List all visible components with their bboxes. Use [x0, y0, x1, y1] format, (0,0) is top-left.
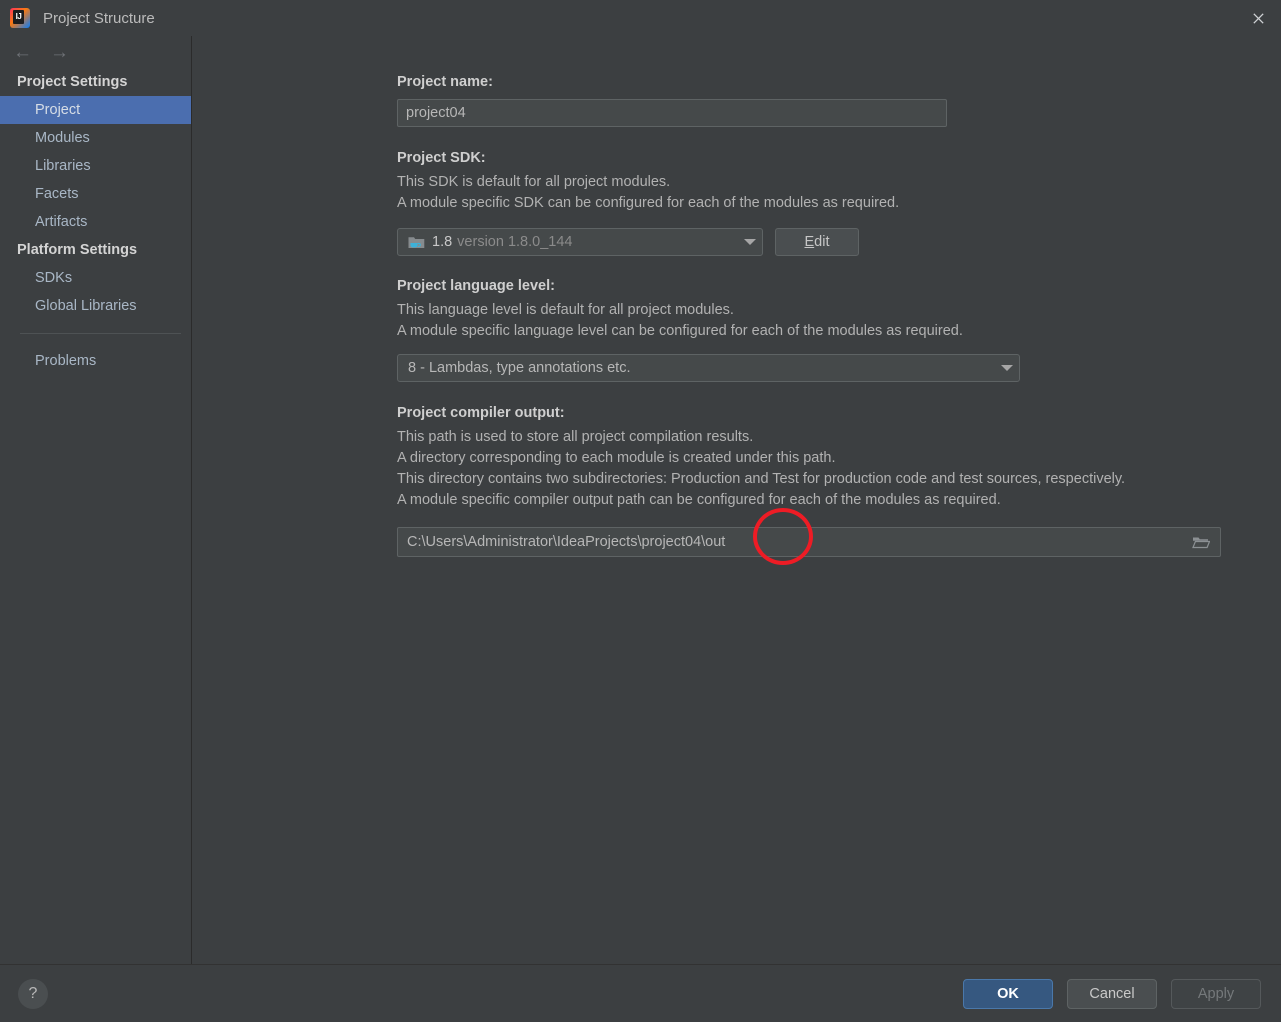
- sidebar-item-artifacts[interactable]: Artifacts: [0, 208, 191, 236]
- close-icon[interactable]: [1235, 0, 1281, 36]
- project-name-label: Project name:: [397, 74, 493, 90]
- project-sdk-row: 1.8 version 1.8.0_144 Edit: [397, 228, 1281, 256]
- sidebar-item-sdks[interactable]: SDKs: [0, 264, 191, 292]
- help-button[interactable]: ?: [18, 978, 48, 1009]
- sidebar-item-modules[interactable]: Modules: [0, 124, 191, 152]
- compiler-output-desc-3: This directory contains two subdirectori…: [397, 471, 1126, 487]
- ok-button[interactable]: OK: [963, 978, 1053, 1009]
- sidebar-item-problems[interactable]: Problems: [0, 347, 191, 375]
- settings-sidebar: ← → Project Settings Project Modules Lib…: [0, 36, 192, 964]
- compiler-output-desc-4: A module specific compiler output path c…: [397, 492, 1001, 508]
- compiler-output-desc-2: A directory corresponding to each module…: [397, 450, 836, 466]
- sdk-edit-button-mnemonic: E: [804, 234, 815, 250]
- sidebar-group-project-settings: Project Settings: [17, 74, 128, 90]
- compiler-output-desc-1: This path is used to store all project c…: [397, 429, 754, 445]
- compiler-output-path-value: C:\Users\Administrator\IdeaProjects\proj…: [407, 534, 726, 550]
- sidebar-item-libraries[interactable]: Libraries: [0, 152, 191, 180]
- navigation-arrows: ← →: [0, 36, 191, 68]
- project-sdk-version: version 1.8.0_144: [457, 234, 573, 250]
- dialog-body: ← → Project Settings Project Modules Lib…: [0, 36, 1281, 964]
- window-title: Project Structure: [43, 9, 155, 27]
- project-settings-panel: Project name: project04 Project SDK: Thi…: [192, 36, 1281, 964]
- apply-button[interactable]: Apply: [1171, 978, 1261, 1009]
- project-name-input[interactable]: project04: [397, 99, 947, 127]
- language-level-value: 8 - Lambdas, type annotations etc.: [408, 360, 631, 376]
- sidebar-item-project[interactable]: Project: [0, 96, 191, 124]
- project-sdk-name: 1.8: [432, 234, 453, 250]
- title-bar: IJ Project Structure: [0, 0, 1281, 36]
- dialog-footer: ? OK Cancel Apply: [0, 964, 1281, 1022]
- sdk-edit-button-label: dit: [814, 234, 830, 250]
- language-level-desc-1: This language level is default for all p…: [397, 302, 734, 318]
- back-arrow-icon[interactable]: ←: [13, 43, 32, 62]
- chevron-down-icon: [1001, 365, 1013, 371]
- language-level-label: Project language level:: [397, 278, 555, 294]
- project-sdk-combobox[interactable]: 1.8 version 1.8.0_144: [397, 228, 763, 256]
- sidebar-item-facets[interactable]: Facets: [0, 180, 191, 208]
- compiler-output-path-input[interactable]: C:\Users\Administrator\IdeaProjects\proj…: [397, 527, 1221, 557]
- project-structure-dialog: IJ Project Structure ← → Project Setting…: [0, 0, 1281, 1022]
- project-name-value: project04: [406, 105, 466, 121]
- chevron-down-icon: [744, 239, 756, 245]
- intellij-idea-logo-icon: IJ: [10, 8, 30, 28]
- project-sdk-desc-2: A module specific SDK can be configured …: [397, 195, 900, 211]
- sidebar-divider: [20, 333, 181, 334]
- sdk-edit-button[interactable]: Edit: [775, 228, 859, 256]
- footer-actions: OK Cancel Apply: [963, 978, 1261, 1009]
- sidebar-group-platform-settings: Platform Settings: [17, 242, 138, 258]
- java-sdk-folder-icon: [408, 235, 425, 250]
- project-sdk-desc-1: This SDK is default for all project modu…: [397, 174, 671, 190]
- cancel-button[interactable]: Cancel: [1067, 978, 1157, 1009]
- project-sdk-label: Project SDK:: [397, 150, 486, 166]
- sidebar-item-global-libraries[interactable]: Global Libraries: [0, 292, 191, 320]
- language-level-combobox[interactable]: 8 - Lambdas, type annotations etc.: [397, 354, 1020, 382]
- compiler-output-label: Project compiler output:: [397, 405, 565, 421]
- language-level-desc-2: A module specific language level can be …: [397, 323, 963, 339]
- folder-open-icon[interactable]: [1186, 529, 1216, 555]
- forward-arrow-icon[interactable]: →: [50, 43, 69, 62]
